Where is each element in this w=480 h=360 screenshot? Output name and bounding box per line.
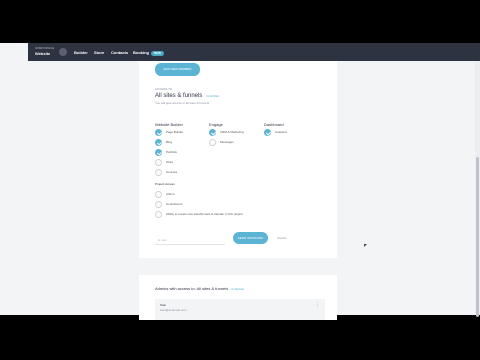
access-title-text: All sites & funnels [155, 93, 203, 99]
admin-email: stan@example.com [160, 308, 187, 312]
nav-booking-label: Booking [133, 50, 149, 55]
more-options-icon[interactable]: ⋮ [315, 303, 320, 308]
checkbox-contributors[interactable] [155, 201, 162, 208]
option-label: Ability to create new sites/funnels & tr… [166, 212, 243, 216]
admins-card: Admins with access to: All sites & funne… [139, 275, 337, 320]
admins-change-link[interactable]: CHANGE [231, 287, 244, 291]
workspace-name: Website [35, 51, 51, 56]
page-scrollbar[interactable] [475, 61, 480, 317]
checkbox-admin[interactable] [155, 191, 162, 198]
option-label: Analytics [275, 130, 288, 134]
column-dashboard: Dashboard [264, 122, 284, 127]
email-field[interactable]: E-mail [155, 233, 225, 245]
checkbox-page-builder[interactable] [155, 129, 162, 136]
cancel-link[interactable]: Cancel [277, 236, 286, 240]
invite-member-card: ADD NEW MEMBER ACCESS TO All sites & fun… [139, 61, 337, 258]
access-title: All sites & funnels CHANGE [155, 93, 219, 99]
new-badge: NEW [151, 51, 164, 56]
top-navigation-bar: WORKSPACE Website Builder Store Contacts… [28, 43, 480, 61]
column-engage: Engage [209, 122, 223, 127]
column-website-builder: Website Builder [155, 122, 183, 127]
option-label: Page Builder [166, 130, 184, 134]
admin-row: Stan stan@example.com ⋮ [155, 299, 325, 320]
checkbox-create-transfer[interactable] [155, 211, 162, 218]
checkbox-portfolio[interactable] [155, 149, 162, 156]
option-label: CRM & Marketing [220, 130, 244, 134]
project-access-label: Project Access [155, 182, 175, 186]
checkbox-store[interactable] [155, 159, 162, 166]
option-label: Admin [166, 192, 175, 196]
nav-booking[interactable]: Booking NEW [133, 50, 164, 56]
admin-name: Stan [160, 303, 167, 307]
option-label: Portfolio [166, 150, 178, 154]
nav-contacts[interactable]: Contacts [111, 50, 128, 55]
option-label: Contributors [166, 202, 183, 206]
scrollbar-thumb[interactable] [476, 157, 479, 317]
workspace-switcher[interactable]: WORKSPACE Website [35, 46, 54, 56]
checkbox-crm-marketing[interactable] [209, 129, 216, 136]
option-label: Courses [166, 170, 178, 174]
admins-title-text: Admins with access to: All sites & funne… [155, 286, 229, 291]
nav-builder[interactable]: Builder [74, 50, 88, 55]
access-label: ACCESS TO [155, 87, 173, 91]
option-label: Blog [166, 140, 173, 144]
add-member-button[interactable]: ADD NEW MEMBER [155, 63, 200, 76]
avatar-icon[interactable] [59, 48, 67, 56]
access-description: You will give access to all sites & funn… [155, 101, 210, 105]
nav-store[interactable]: Store [94, 50, 104, 55]
send-invitation-button[interactable]: SEND INVITATION [233, 232, 268, 244]
checkbox-analytics[interactable] [264, 129, 271, 136]
checkbox-blog[interactable] [155, 139, 162, 146]
change-link[interactable]: CHANGE [206, 94, 219, 98]
admins-title: Admins with access to: All sites & funne… [155, 286, 244, 291]
checkbox-courses[interactable] [155, 169, 162, 176]
option-label: Messages [220, 140, 234, 144]
mouse-cursor-icon [364, 244, 367, 247]
option-label: Store [166, 160, 174, 164]
checkbox-messages[interactable] [209, 139, 216, 146]
